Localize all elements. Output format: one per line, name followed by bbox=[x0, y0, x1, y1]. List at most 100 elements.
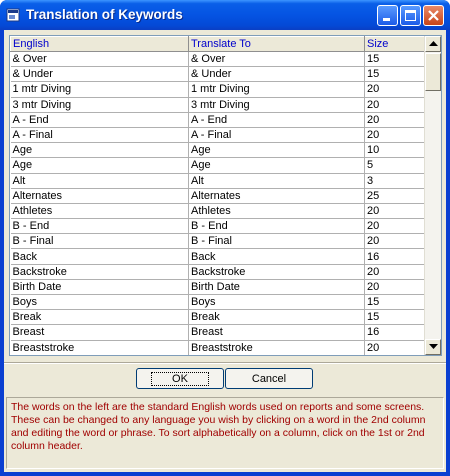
close-button[interactable] bbox=[423, 5, 444, 26]
cell-size[interactable]: 20 bbox=[364, 97, 425, 113]
table-row[interactable]: Age Age 10 bbox=[10, 142, 425, 159]
cell-english: Back bbox=[10, 248, 189, 265]
cancel-button-label: Cancel bbox=[251, 372, 287, 385]
scroll-down-button[interactable] bbox=[425, 339, 441, 355]
cell-size[interactable]: 16 bbox=[364, 324, 425, 341]
table-row[interactable]: Breast Breast 16 bbox=[10, 324, 425, 341]
table-row[interactable]: A - Final A - Final 20 bbox=[10, 127, 425, 144]
scroll-thumb[interactable] bbox=[425, 53, 441, 91]
cell-size[interactable]: 15 bbox=[364, 51, 425, 68]
ok-button-label: OK bbox=[151, 371, 209, 386]
cell-translate-to[interactable]: 3 mtr Diving bbox=[188, 97, 365, 113]
window-title: Translation of Keywords bbox=[26, 7, 183, 22]
cell-translate-to[interactable]: A - End bbox=[188, 112, 365, 128]
maximize-icon bbox=[405, 10, 416, 21]
cell-english: Age bbox=[10, 142, 189, 159]
table-row[interactable]: B - Final B - Final 20 bbox=[10, 233, 425, 250]
table-row[interactable]: & Under & Under 15 bbox=[10, 66, 425, 83]
column-header-english[interactable]: English bbox=[10, 36, 189, 52]
dialog-client: English Translate To Size & Over & Over 15… bbox=[4, 30, 446, 472]
table-row[interactable]: Backstroke Backstroke 20 bbox=[10, 264, 425, 280]
table-row[interactable]: Athletes Athletes 20 bbox=[10, 203, 425, 220]
cell-translate-to[interactable]: Back bbox=[188, 248, 365, 265]
table-row[interactable]: 1 mtr Diving 1 mtr Diving 20 bbox=[10, 81, 425, 98]
cell-english: & Over bbox=[10, 51, 189, 68]
cell-size[interactable]: 5 bbox=[364, 157, 425, 174]
minimize-button[interactable] bbox=[377, 5, 398, 26]
cell-translate-to[interactable]: Boys bbox=[188, 294, 365, 311]
cell-translate-to[interactable]: Backstroke bbox=[188, 264, 365, 280]
column-header-translate-to[interactable]: Translate To bbox=[188, 36, 365, 52]
cell-english: Alternates bbox=[10, 188, 189, 204]
cell-english: Boys bbox=[10, 294, 189, 311]
cell-size[interactable]: 15 bbox=[364, 66, 425, 83]
column-header-size[interactable]: Size bbox=[364, 36, 425, 52]
cell-size[interactable]: 20 bbox=[364, 264, 425, 280]
cell-size[interactable]: 20 bbox=[364, 127, 425, 144]
cell-size[interactable]: 16 bbox=[364, 248, 425, 265]
cell-translate-to[interactable]: Breast bbox=[188, 324, 365, 341]
table-row[interactable]: Boys Boys 15 bbox=[10, 294, 425, 311]
cell-size[interactable]: 20 bbox=[364, 340, 425, 355]
cell-translate-to[interactable]: Alt bbox=[188, 173, 365, 189]
cell-translate-to[interactable]: Birth Date bbox=[188, 279, 365, 296]
cell-english: B - Final bbox=[10, 233, 189, 250]
cell-size[interactable]: 20 bbox=[364, 218, 425, 235]
table-row[interactable]: Break Break 15 bbox=[10, 309, 425, 326]
cell-english: 1 mtr Diving bbox=[10, 81, 189, 98]
arrow-up-icon bbox=[429, 41, 438, 46]
table-row[interactable]: Alternates Alternates 25 bbox=[10, 188, 425, 204]
cell-size[interactable]: 15 bbox=[364, 294, 425, 311]
cell-size[interactable]: 20 bbox=[364, 112, 425, 128]
cell-size[interactable]: 20 bbox=[364, 203, 425, 220]
cell-english: B - End bbox=[10, 218, 189, 235]
table-row[interactable]: 3 mtr Diving 3 mtr Diving 20 bbox=[10, 97, 425, 113]
keywords-grid: English Translate To Size & Over & Over 15… bbox=[9, 35, 442, 356]
table-row[interactable]: Alt Alt 3 bbox=[10, 173, 425, 189]
cell-translate-to[interactable]: Athletes bbox=[188, 203, 365, 220]
scroll-up-button[interactable] bbox=[425, 36, 441, 52]
cell-english: Athletes bbox=[10, 203, 189, 220]
cell-size[interactable]: 10 bbox=[364, 142, 425, 159]
divider bbox=[4, 362, 446, 364]
cell-translate-to[interactable]: Breaststroke bbox=[188, 340, 365, 355]
cell-english: Alt bbox=[10, 173, 189, 189]
cell-translate-to[interactable]: B - Final bbox=[188, 233, 365, 250]
cell-english: Birth Date bbox=[10, 279, 189, 296]
cell-translate-to[interactable]: 1 mtr Diving bbox=[188, 81, 365, 98]
cell-size[interactable]: 15 bbox=[364, 309, 425, 326]
cell-english: Backstroke bbox=[10, 264, 189, 280]
table-row[interactable]: Age Age 5 bbox=[10, 157, 425, 174]
cell-english: Breaststroke bbox=[10, 340, 189, 355]
cell-size[interactable]: 20 bbox=[364, 81, 425, 98]
cell-translate-to[interactable]: Break bbox=[188, 309, 365, 326]
table-row[interactable]: A - End A - End 20 bbox=[10, 112, 425, 128]
cell-size[interactable]: 25 bbox=[364, 188, 425, 204]
cell-size[interactable]: 3 bbox=[364, 173, 425, 189]
cell-translate-to[interactable]: & Over bbox=[188, 51, 365, 68]
cell-translate-to[interactable]: Age bbox=[188, 157, 365, 174]
arrow-down-icon bbox=[429, 344, 438, 349]
ok-button[interactable]: OK bbox=[136, 368, 224, 389]
vertical-scrollbar[interactable] bbox=[424, 36, 441, 355]
cell-translate-to[interactable]: Age bbox=[188, 142, 365, 159]
dialog-window: Translation of Keywords English Translat… bbox=[0, 0, 450, 476]
cell-size[interactable]: 20 bbox=[364, 233, 425, 250]
cell-translate-to[interactable]: & Under bbox=[188, 66, 365, 83]
table-row[interactable]: Birth Date Birth Date 20 bbox=[10, 279, 425, 296]
cell-translate-to[interactable]: A - Final bbox=[188, 127, 365, 144]
cell-translate-to[interactable]: Alternates bbox=[188, 188, 365, 204]
table-row[interactable]: Back Back 16 bbox=[10, 248, 425, 265]
table-row[interactable]: & Over & Over 15 bbox=[10, 51, 425, 68]
cell-size[interactable]: 20 bbox=[364, 279, 425, 296]
table-row[interactable]: B - End B - End 20 bbox=[10, 218, 425, 235]
cell-translate-to[interactable]: B - End bbox=[188, 218, 365, 235]
table-row[interactable]: Breaststroke Breaststroke 20 bbox=[10, 340, 425, 355]
title-bar[interactable]: Translation of Keywords bbox=[0, 0, 450, 30]
cancel-button[interactable]: Cancel bbox=[225, 368, 313, 389]
keywords-table: English Translate To Size & Over & Over 15… bbox=[10, 36, 425, 355]
cell-english: Age bbox=[10, 157, 189, 174]
maximize-button[interactable] bbox=[400, 5, 421, 26]
help-text: The words on the left are the standard E… bbox=[6, 397, 444, 469]
app-icon bbox=[6, 8, 20, 22]
